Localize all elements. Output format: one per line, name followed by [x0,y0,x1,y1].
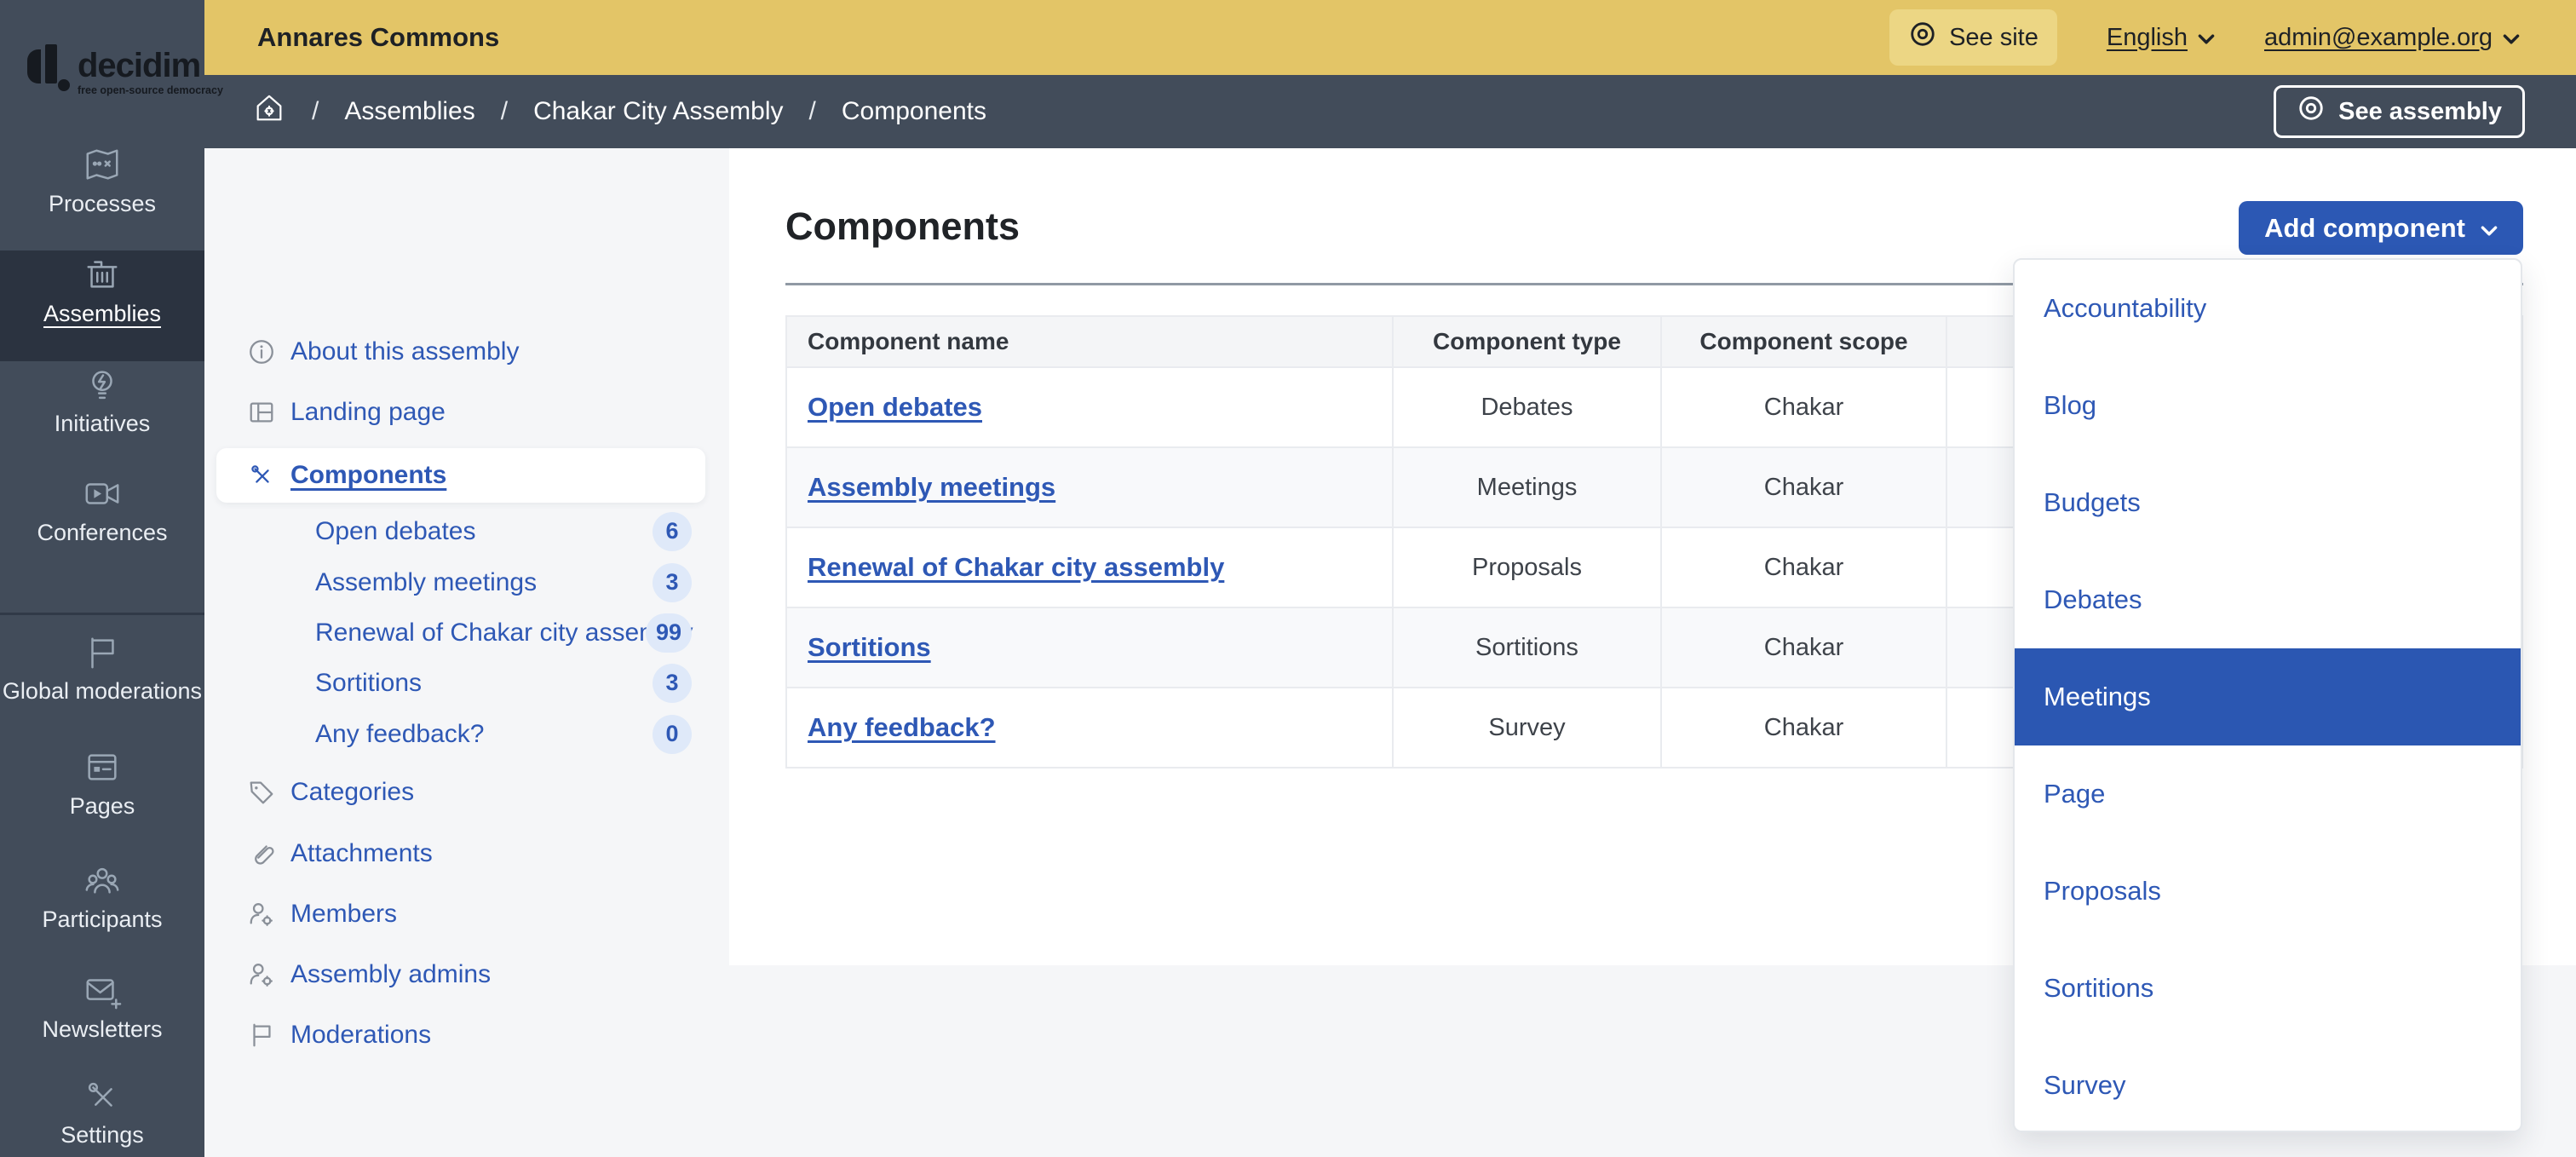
component-scope-cell: Chakar [1660,687,1947,768]
sidebar-item-assembly-admins[interactable]: Assembly admins [204,950,729,999]
count-badge: 3 [653,562,692,602]
assemblies-icon [83,256,122,295]
component-scope-cell: Chakar [1660,366,1947,448]
eye-icon [2297,94,2326,130]
chevron-down-icon [2503,24,2520,52]
component-link-open-debates[interactable]: Open debates [808,392,982,422]
info-icon [247,337,276,366]
paperclip-icon [247,839,276,868]
eye-icon [1908,20,1937,55]
dropdown-item-budgets[interactable]: Budgets [2015,454,2521,551]
breadcrumb-assemblies[interactable]: Assemblies [344,97,474,126]
person-gear-icon [247,960,276,989]
count-badge: 6 [653,511,692,551]
breadcrumb-chakar-city-assembly[interactable]: Chakar City Assembly [533,97,783,126]
component-scope-cell: Chakar [1660,607,1947,688]
component-link-sortitions[interactable]: Sortitions [808,632,931,662]
component-link-any-feedback[interactable]: Any feedback? [808,712,996,742]
count-badge: 0 [653,714,692,754]
rail-divider [0,613,204,615]
dropdown-item-blog[interactable]: Blog [2015,357,2521,454]
dropdown-item-debates[interactable]: Debates [2015,551,2521,648]
rail-item-conferences[interactable]: Conferences [0,475,204,546]
rail-item-participants[interactable]: Participants [0,861,204,933]
see-site-button[interactable]: See site [1889,9,2057,66]
component-type-cell: Debates [1392,366,1662,448]
dropdown-item-survey[interactable]: Survey [2015,1037,2521,1131]
dropdown-item-proposals[interactable]: Proposals [2015,843,2521,940]
count-badge: 3 [653,663,692,703]
person-gear-icon [247,900,276,929]
rail-item-initiatives[interactable]: Initiatives [0,366,204,437]
rail-item-global-moderations[interactable]: Global moderations [0,633,204,705]
decidim-admin-app: decidim free open-source democracy Proce… [0,0,2576,1157]
dropdown-item-accountability[interactable]: Accountability [2015,260,2521,357]
count-badge: 99 [645,613,692,653]
component-link-assembly-meetings[interactable]: Assembly meetings [808,472,1055,502]
sidebar-item-about-assembly[interactable]: About this assembly [204,327,729,377]
component-link-renewal-of-chakar-city-assembly[interactable]: Renewal of Chakar city assembly [808,552,1224,582]
language-selector[interactable]: English [2107,24,2215,52]
chevron-down-icon [2198,24,2215,52]
component-type-cell: Meetings [1392,446,1662,528]
column-header-component-scope: Component scope [1660,315,1947,368]
sidebar-item-categories[interactable]: Categories [204,768,729,817]
page-title: Components [785,204,1020,248]
breadcrumb: / Assemblies / Chakar City Assembly / Co… [252,91,986,132]
organization-name: Annares Commons [257,22,500,52]
add-component-button[interactable]: Add component [2239,201,2523,255]
participants-icon [83,861,122,901]
decidim-logo-brand: decidim [78,47,201,84]
rail-item-pages[interactable]: Pages [0,748,204,820]
column-header-component-type: Component type [1392,315,1662,368]
see-assembly-button[interactable]: See assembly [2274,85,2525,138]
flag-icon [83,633,122,672]
sidebar-item-components[interactable]: Components [216,448,705,503]
decidim-logo[interactable]: decidim free open-source democracy [26,43,223,96]
pages-icon [83,748,122,787]
sidebar-item-any-feedback[interactable]: Any feedback? 0 [204,709,729,759]
processes-icon [83,146,122,185]
sidebar-item-open-debates[interactable]: Open debates 6 [204,506,729,556]
sidebar-item-assembly-meetings[interactable]: Assembly meetings 3 [204,557,729,607]
dropdown-item-meetings[interactable]: Meetings [2015,648,2521,745]
rail-item-assemblies[interactable]: Assemblies [0,256,204,327]
newsletter-icon [83,971,122,1010]
component-type-cell: Proposals [1392,527,1662,608]
dropdown-item-sortitions[interactable]: Sortitions [2015,940,2521,1037]
topbar: Annares Commons See site English admin@e… [204,0,2576,75]
component-type-cell: Sortitions [1392,607,1662,688]
rail-item-newsletters[interactable]: Newsletters [0,971,204,1043]
sidebar-item-renewal-of-chakar-city-assembly[interactable]: Renewal of Chakar city assembly 99 [204,607,729,658]
dropdown-item-page[interactable]: Page [2015,745,2521,843]
component-type-cell: Survey [1392,687,1662,768]
settings-icon [83,1077,122,1116]
decidim-logo-mark [26,43,70,96]
add-component-dropdown: Accountability Blog Budgets Debates Meet… [2013,258,2522,1132]
sidebar-item-moderations[interactable]: Moderations [204,1010,729,1060]
main-nav-rail: decidim free open-source democracy Proce… [0,0,223,1157]
column-header-component-name: Component name [785,315,1394,368]
chevron-down-icon [2481,213,2498,244]
layout-grid-icon [247,398,276,427]
home-icon[interactable] [252,91,286,132]
tools-icon [247,461,276,490]
conferences-icon [83,475,122,514]
tag-icon [247,778,276,807]
rail-item-processes[interactable]: Processes [0,146,204,217]
breadcrumb-bar: / Assemblies / Chakar City Assembly / Co… [204,75,2576,148]
flag-icon [247,1021,276,1050]
sidebar-item-attachments[interactable]: Attachments [204,829,729,878]
sidebar-item-landing-page[interactable]: Landing page [204,388,729,437]
initiatives-icon [83,366,122,405]
sidebar-item-members[interactable]: Members [204,889,729,939]
rail-item-settings[interactable]: Settings [0,1077,204,1148]
assembly-sidebar: About this assembly Landing page Compone… [204,148,729,1049]
component-scope-cell: Chakar [1660,446,1947,528]
user-menu[interactable]: admin@example.org [2264,24,2520,52]
component-scope-cell: Chakar [1660,527,1947,608]
breadcrumb-components[interactable]: Components [842,97,986,126]
sidebar-item-sortitions[interactable]: Sortitions 3 [204,658,729,708]
decidim-logo-tagline: free open-source democracy [78,84,223,96]
